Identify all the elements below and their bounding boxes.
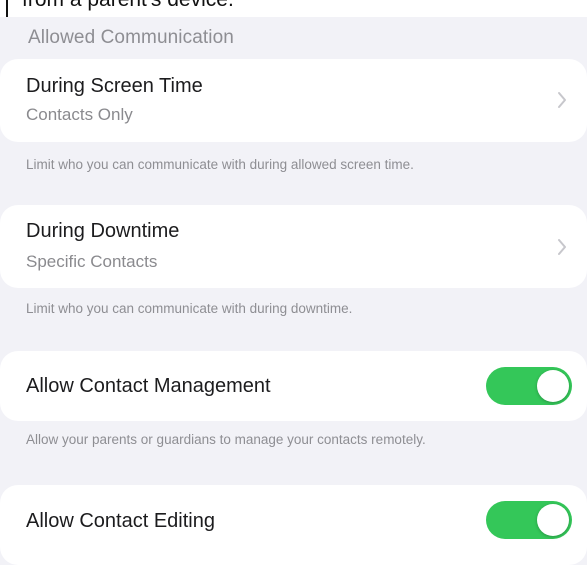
during-downtime-footnote: Limit who you can communicate with durin… <box>26 301 353 316</box>
during-screen-time-row[interactable]: During Screen Time Contacts Only <box>0 59 587 142</box>
allow-contact-editing-title: Allow Contact Editing <box>26 510 215 532</box>
previous-footnote-strip: from a parent's device. <box>0 0 587 17</box>
during-screen-time-title: During Screen Time <box>26 75 203 97</box>
chevron-right-icon <box>558 239 566 255</box>
allow-contact-management-footnote: Allow your parents or guardians to manag… <box>26 432 426 447</box>
section-header-allowed-communication: Allowed Communication <box>28 27 234 48</box>
during-downtime-value: Specific Contacts <box>26 252 158 271</box>
during-screen-time-value: Contacts Only <box>26 105 133 124</box>
chevron-right-icon <box>558 92 566 108</box>
toggle-knob <box>537 504 569 536</box>
during-downtime-title: During Downtime <box>26 220 180 242</box>
during-downtime-row[interactable]: During Downtime Specific Contacts <box>0 205 587 288</box>
previous-footnote-text: from a parent's device. <box>22 0 234 12</box>
allow-contact-editing-toggle[interactable] <box>486 501 572 539</box>
allow-contact-management-title: Allow Contact Management <box>26 375 271 397</box>
allow-contact-management-toggle[interactable] <box>486 367 572 405</box>
text-cursor <box>6 0 8 17</box>
during-screen-time-footnote: Limit who you can communicate with durin… <box>26 157 414 172</box>
allow-contact-management-row: Allow Contact Management <box>0 351 587 421</box>
allow-contact-editing-row: Allow Contact Editing <box>0 485 587 565</box>
toggle-knob <box>537 370 569 402</box>
